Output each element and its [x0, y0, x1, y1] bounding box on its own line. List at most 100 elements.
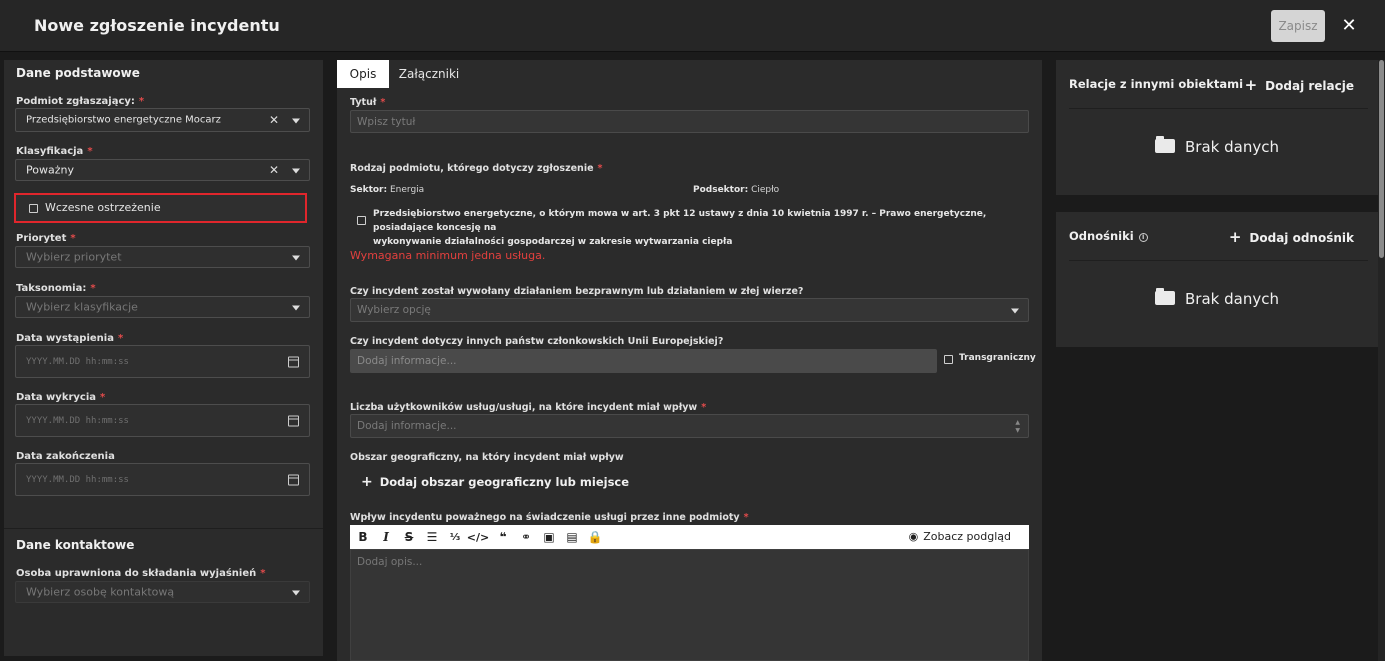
numbered-list-icon[interactable]: ⅓	[447, 529, 463, 545]
calendar-icon[interactable]	[288, 356, 299, 367]
date-placeholder: YYYY.MM.DD hh:mm:ss	[26, 356, 129, 367]
service-checkbox[interactable]	[357, 216, 366, 225]
file-icon[interactable]: ▤	[564, 529, 580, 545]
taksonomia-select[interactable]: Wybierz klasyfikacje	[15, 296, 310, 318]
italic-icon[interactable]: I	[378, 529, 394, 545]
image-icon[interactable]: ▣	[541, 529, 557, 545]
klasyfikacja-select[interactable]: Poważny ✕	[15, 159, 310, 181]
scrollbar-thumb[interactable]	[1379, 60, 1384, 258]
chevron-down-icon[interactable]	[292, 590, 300, 596]
scrollbar[interactable]	[1378, 60, 1385, 661]
early-warning-checkbox[interactable]: Wczesne ostrzeżenie	[14, 193, 307, 223]
plus-icon: +	[1228, 228, 1242, 246]
geo-label: Obszar geograficzny, na który incydent m…	[350, 452, 624, 463]
panel-divider	[1069, 260, 1368, 261]
chevron-down-icon[interactable]	[292, 305, 300, 311]
users-label: Liczba użytkowników usług/usługi, na któ…	[350, 402, 707, 413]
chevron-down-icon[interactable]	[292, 168, 300, 174]
q2-input[interactable]: Dodaj informacje...	[350, 349, 937, 373]
eye-icon: ◉	[908, 530, 919, 543]
rodzaj-label: Rodzaj podmiotu, którego dotyczy zgłosze…	[350, 163, 603, 174]
section-title-contact: Dane kontaktowe	[16, 538, 135, 552]
service-error: Wymagana minimum jedna usługa.	[350, 249, 546, 262]
klasyfikacja-label: Klasyfikacja *	[16, 146, 93, 157]
tytul-input[interactable]: Wpisz tytuł	[350, 110, 1029, 133]
data-wystapienia-label: Data wystąpienia *	[16, 333, 124, 344]
panel-divider	[1069, 108, 1368, 109]
info-icon[interactable]: i	[1138, 233, 1148, 242]
date-placeholder: YYYY.MM.DD hh:mm:ss	[26, 415, 129, 426]
priorytet-label: Priorytet *	[16, 233, 76, 244]
chevron-down-icon[interactable]	[292, 255, 300, 261]
tytul-placeholder: Wpisz tytuł	[357, 115, 416, 128]
podmiot-select[interactable]: Przedsiębiorstwo energetyczne Mocarz ✕	[15, 108, 310, 132]
q1-select[interactable]: Wybierz opcję	[350, 298, 1029, 322]
data-zakonczenia-label: Data zakończenia	[16, 451, 115, 462]
transgraniczny-checkbox[interactable]	[944, 355, 953, 364]
modal-title: Nowe zgłoszenie incydentu	[34, 16, 280, 35]
bold-icon[interactable]: B	[355, 529, 371, 545]
impact-editor[interactable]: Dodaj opis...	[350, 549, 1029, 661]
impact-label: Wpływ incydentu poważnego na świadczenie…	[350, 512, 749, 523]
empty-state: Brak danych	[1056, 288, 1378, 308]
save-button[interactable]: Zapisz	[1271, 10, 1325, 42]
section-title-basic: Dane podstawowe	[16, 66, 140, 80]
date-placeholder: YYYY.MM.DD hh:mm:ss	[26, 474, 129, 485]
sektor-info: Sektor: Energia	[350, 185, 425, 195]
users-number-input[interactable]: Dodaj informacje... ▲ ▼	[350, 414, 1029, 438]
plus-icon: +	[361, 474, 373, 490]
tab-opis[interactable]: Opis	[337, 60, 389, 88]
users-placeholder: Dodaj informacje...	[357, 420, 457, 432]
description-panel: Opis Załączniki Tytuł * Wpisz tytuł Rodza…	[337, 60, 1042, 661]
quote-icon[interactable]: ❝	[495, 529, 511, 545]
tab-zalaczniki[interactable]: Załączniki	[389, 60, 469, 88]
add-geo-button[interactable]: + Dodaj obszar geograficzny lub miejsce	[361, 474, 629, 490]
editor-toolbar: B I S ☰ ⅓ </> ❝ ⚭ ▣ ▤ 🔒 ◉ Zobacz podgląd	[350, 525, 1029, 549]
preview-button[interactable]: ◉ Zobacz podgląd	[909, 530, 1011, 543]
data-zakonczenia-input[interactable]: YYYY.MM.DD hh:mm:ss	[15, 463, 310, 496]
podmiot-value: Przedsiębiorstwo energetyczne Mocarz	[26, 114, 221, 126]
chevron-down-icon[interactable]	[292, 118, 300, 124]
code-icon[interactable]: </>	[467, 529, 489, 545]
bullet-list-icon[interactable]: ☰	[424, 529, 440, 545]
q2-placeholder: Dodaj informacje...	[357, 355, 457, 367]
q2-label: Czy incydent dotyczy innych państw człon…	[350, 336, 724, 347]
data-wykrycia-input[interactable]: YYYY.MM.DD hh:mm:ss	[15, 404, 310, 437]
strikethrough-icon[interactable]: S	[401, 529, 417, 545]
early-warning-label: Wczesne ostrzeżenie	[45, 201, 161, 214]
clear-icon[interactable]: ✕	[269, 163, 279, 177]
tytul-label: Tytuł *	[350, 97, 386, 108]
q1-placeholder: Wybierz opcję	[357, 304, 431, 316]
transgraniczny-label: Transgraniczny	[959, 353, 1036, 363]
links-panel: Odnośniki i + Dodaj odnośnik Brak danych	[1056, 212, 1378, 347]
link-icon[interactable]: ⚭	[518, 529, 534, 545]
basic-data-panel: Dane podstawowe Podmiot zgłaszający: * Pr…	[4, 60, 323, 656]
add-link-button[interactable]: + Dodaj odnośnik	[1229, 228, 1354, 246]
section-divider	[4, 528, 323, 529]
calendar-icon[interactable]	[288, 474, 299, 485]
lock-icon[interactable]: 🔒	[587, 529, 603, 545]
osoba-placeholder: Wybierz osobę kontaktową	[26, 585, 175, 599]
add-relation-button[interactable]: + Dodaj relacje	[1245, 76, 1354, 94]
folder-icon	[1155, 136, 1176, 153]
q1-label: Czy incydent został wywołany działaniem …	[350, 286, 804, 297]
podmiot-label: Podmiot zgłaszający: *	[16, 96, 145, 107]
close-icon[interactable]: ✕	[1338, 14, 1360, 36]
calendar-icon[interactable]	[288, 415, 299, 426]
relations-title: Relacje z innymi obiektami	[1069, 77, 1244, 91]
relations-panel: Relacje z innymi obiektami + Dodaj relacj…	[1056, 60, 1378, 195]
links-title: Odnośniki i	[1069, 229, 1148, 243]
empty-state: Brak danych	[1056, 136, 1378, 156]
number-stepper-icon[interactable]: ▲ ▼	[1015, 419, 1020, 435]
priorytet-placeholder: Wybierz priorytet	[26, 250, 122, 264]
checkbox-icon[interactable]	[29, 203, 38, 213]
folder-icon	[1155, 288, 1176, 305]
klasyfikacja-value: Poważny	[26, 163, 74, 177]
clear-icon[interactable]: ✕	[269, 113, 279, 127]
podsektor-info: Podsektor: Ciepło	[693, 185, 780, 195]
priorytet-select[interactable]: Wybierz priorytet	[15, 246, 310, 268]
chevron-down-icon[interactable]	[1011, 308, 1019, 314]
osoba-select[interactable]: Wybierz osobę kontaktową	[15, 581, 310, 603]
modal-header: Nowe zgłoszenie incydentu Zapisz ✕	[0, 0, 1385, 52]
data-wystapienia-input[interactable]: YYYY.MM.DD hh:mm:ss	[15, 345, 310, 378]
